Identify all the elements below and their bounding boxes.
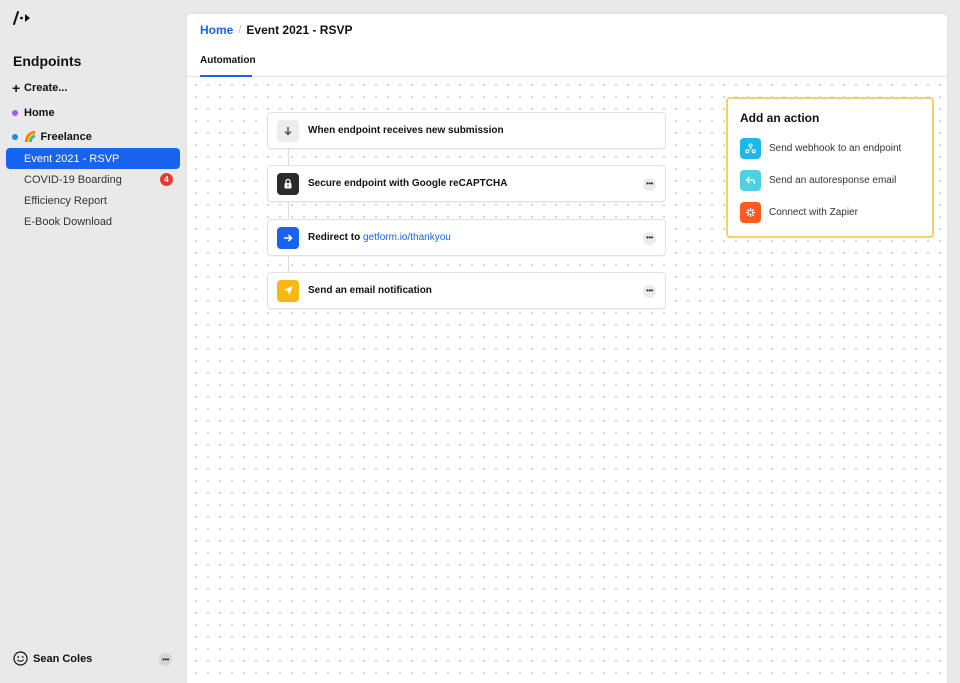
plus-icon: + <box>12 80 21 96</box>
webhook-icon <box>740 138 761 159</box>
action-connect-zapier[interactable]: Connect with Zapier <box>740 202 858 223</box>
arrow-down-icon <box>277 119 299 142</box>
step-more-button[interactable]: ••• <box>643 178 656 191</box>
action-label: Send webhook to an endpoint <box>769 143 902 154</box>
step-label-prefix: Redirect to <box>308 232 364 243</box>
group-label: Home <box>24 107 55 119</box>
action-send-webhook[interactable]: Send webhook to an endpoint <box>740 138 901 159</box>
breadcrumb-home-link[interactable]: Home <box>200 23 233 37</box>
sidebar-item-label: Event 2021 - RSVP <box>24 152 120 165</box>
user-profile[interactable]: Sean Coles <box>13 651 92 666</box>
sidebar-item-event-2021-rsvp[interactable]: Event 2021 - RSVP <box>6 148 180 169</box>
step-label: Secure endpoint with Google reCAPTCHA <box>308 178 508 189</box>
action-label: Connect with Zapier <box>769 207 858 218</box>
breadcrumb-separator: / <box>238 24 242 36</box>
smiley-icon <box>13 651 28 666</box>
sidebar-group-home[interactable]: Home <box>12 107 55 119</box>
page-title: Event 2021 - RSVP <box>246 23 353 37</box>
automation-canvas: When endpoint receives new submission Se… <box>187 77 947 683</box>
redirect-url-link[interactable]: getform.io/thankyou <box>363 232 451 243</box>
rainbow-icon: 🌈 <box>24 131 37 143</box>
send-icon <box>277 279 299 302</box>
sidebar-item-label: E-Book Download <box>24 215 113 228</box>
sidebar-item-label: COVID-19 Boarding <box>24 173 122 186</box>
getform-logo-icon[interactable] <box>13 11 33 25</box>
step-label: When endpoint receives new submission <box>308 125 504 136</box>
create-endpoint-button[interactable]: + Create... <box>12 80 68 96</box>
sidebar-title: Endpoints <box>13 53 82 69</box>
email-notification-step[interactable]: Send an email notification ••• <box>267 272 666 309</box>
breadcrumb: Home / Event 2021 - RSVP <box>200 23 352 37</box>
sidebar-item-efficiency-report[interactable]: Efficiency Report <box>6 190 180 211</box>
group-label: Freelance <box>40 131 92 143</box>
add-action-panel: Add an action Send webhook to an endpoin… <box>726 97 934 238</box>
step-label: Redirect to getform.io/thankyou <box>308 232 451 243</box>
sidebar-item-covid-19-boarding[interactable]: COVID-19 Boarding 4 <box>6 169 180 190</box>
tab-bar: Automation <box>187 52 947 77</box>
redirect-step[interactable]: Redirect to getform.io/thankyou ••• <box>267 219 666 256</box>
user-more-button[interactable]: ••• <box>159 653 172 666</box>
notification-badge: 4 <box>160 173 173 186</box>
step-more-button[interactable]: ••• <box>643 285 656 298</box>
step-connector <box>288 202 289 219</box>
arrow-right-icon <box>277 226 299 249</box>
lock-icon <box>277 172 299 195</box>
sidebar-group-freelance[interactable]: 🌈 Freelance <box>12 131 92 143</box>
trigger-step[interactable]: When endpoint receives new submission <box>267 112 666 149</box>
group-dot-icon <box>12 110 18 116</box>
recaptcha-step[interactable]: Secure endpoint with Google reCAPTCHA ••… <box>267 165 666 202</box>
sidebar-item-e-book-download[interactable]: E-Book Download <box>6 211 180 232</box>
action-label: Send an autoresponse email <box>769 175 897 186</box>
zapier-icon <box>740 202 761 223</box>
group-dot-icon <box>12 134 18 140</box>
create-label: Create... <box>24 82 68 94</box>
action-send-autoresponse[interactable]: Send an autoresponse email <box>740 170 896 191</box>
tab-automation[interactable]: Automation <box>200 55 256 77</box>
reply-icon <box>740 170 761 191</box>
add-action-title: Add an action <box>740 111 820 125</box>
step-connector <box>288 149 289 165</box>
main-panel: Home / Event 2021 - RSVP Automation When… <box>187 14 947 683</box>
sidebar-item-label: Efficiency Report <box>24 194 107 207</box>
step-more-button[interactable]: ••• <box>643 232 656 245</box>
step-label: Send an email notification <box>308 285 432 296</box>
user-name: Sean Coles <box>33 652 93 665</box>
sidebar: Endpoints + Create... Home 🌈 Freelance E… <box>0 0 186 683</box>
step-connector <box>288 256 289 272</box>
